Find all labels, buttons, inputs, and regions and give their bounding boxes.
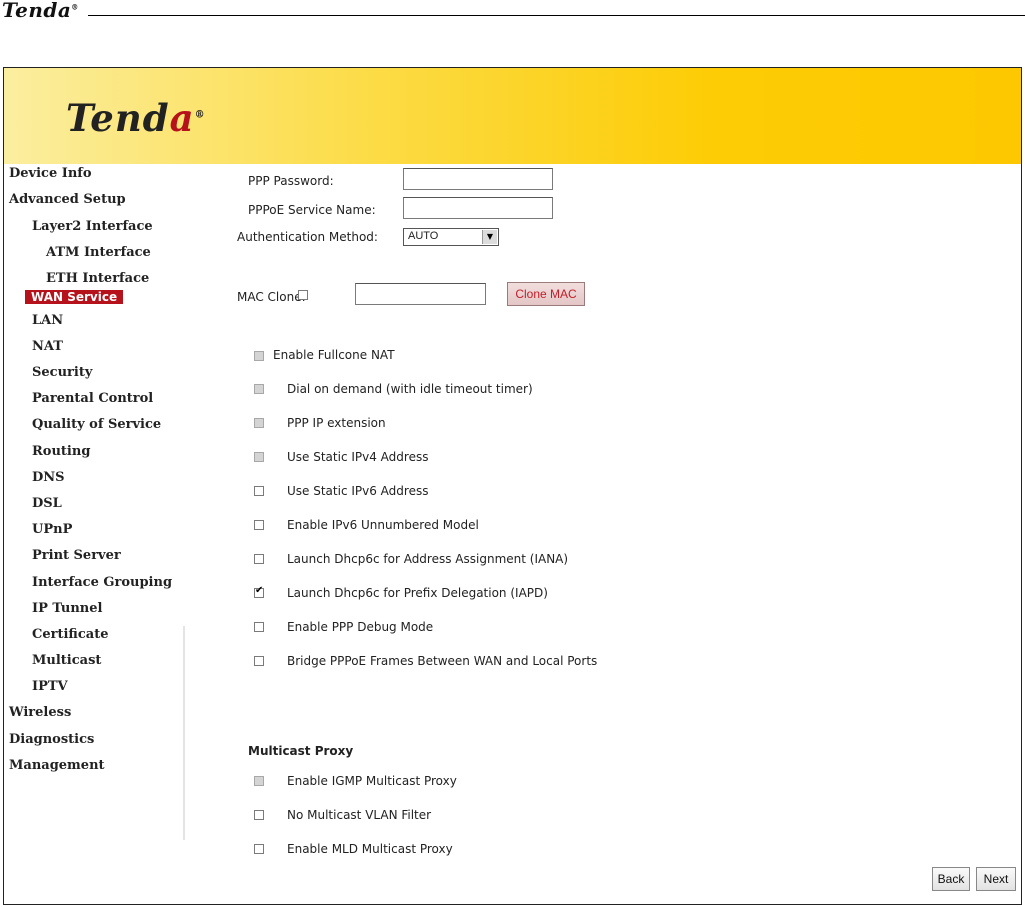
ppp-debug-checkbox[interactable]: [254, 622, 264, 632]
igmp-proxy-label: Enable IGMP Multicast Proxy: [287, 774, 457, 788]
auth-method-value: AUTO: [408, 230, 439, 242]
document-header: Tenda®: [0, 0, 1025, 22]
no-vlan-filter-label: No Multicast VLAN Filter: [287, 808, 432, 822]
ppp-debug-label: Enable PPP Debug Mode: [287, 620, 434, 634]
sidebar-item-iptv[interactable]: IPTV: [32, 677, 68, 697]
sidebar-item-lan[interactable]: LAN: [32, 311, 63, 331]
static-ipv4-label: Use Static IPv4 Address: [287, 450, 429, 464]
mac-address-input[interactable]: [355, 283, 486, 305]
back-button[interactable]: Back: [932, 867, 970, 891]
sidebar-item-multicast[interactable]: Multicast: [32, 651, 101, 671]
dhcp6c-iana-checkbox[interactable]: [254, 554, 264, 564]
sidebar-item-security[interactable]: Security: [32, 363, 92, 383]
static-ipv6-label: Use Static IPv6 Address: [287, 484, 429, 498]
clone-mac-button[interactable]: Clone MAC: [507, 282, 585, 306]
chevron-down-icon[interactable]: ▼: [482, 230, 497, 244]
auth-method-select[interactable]: AUTO ▼: [403, 228, 499, 246]
dhcp6c-iapd-label: Launch Dhcp6c for Prefix Delegation (IAP…: [287, 586, 548, 600]
sidebar-item-advanced-setup[interactable]: Advanced Setup: [9, 190, 126, 210]
brand-logo: Tenda®: [66, 96, 206, 140]
mld-proxy-label: Enable MLD Multicast Proxy: [287, 842, 453, 856]
sidebar-item-wireless[interactable]: Wireless: [9, 703, 71, 723]
bridge-pppoe-label: Bridge PPPoE Frames Between WAN and Loca…: [287, 654, 598, 668]
sidebar-item-parental-control[interactable]: Parental Control: [32, 389, 153, 409]
multicast-proxy-heading: Multicast Proxy: [248, 744, 354, 758]
bridge-pppoe-checkbox[interactable]: [254, 656, 264, 666]
sidebar-item-nat[interactable]: NAT: [32, 337, 63, 357]
wan-service-form: PPP Password: PPPoE Service Name: Authen…: [203, 164, 1021, 904]
sidebar-item-diagnostics[interactable]: Diagnostics: [9, 730, 94, 750]
auth-method-label: Authentication Method:: [237, 230, 378, 244]
sidebar-item-ip-tunnel[interactable]: IP Tunnel: [32, 599, 102, 619]
fullcone-nat-label: Enable Fullcone NAT: [273, 348, 395, 362]
pppoe-service-name-input[interactable]: [403, 197, 553, 219]
sidebar-divider: [183, 626, 185, 840]
dial-on-demand-label: Dial on demand (with idle timeout timer): [287, 382, 533, 396]
sidebar-item-upnp[interactable]: UPnP: [32, 520, 72, 540]
ppp-ip-extension-label: PPP IP extension: [287, 416, 386, 430]
fullcone-nat-checkbox[interactable]: [254, 351, 264, 361]
next-button[interactable]: Next: [976, 867, 1016, 891]
document-logo: Tenda®: [2, 0, 79, 22]
static-ipv6-checkbox[interactable]: [254, 486, 264, 496]
sidebar-item-dsl[interactable]: DSL: [32, 494, 62, 514]
router-ui-window: Tenda® Device Info Advanced Setup Layer2…: [3, 67, 1022, 905]
sidebar-item-interface-grouping[interactable]: Interface Grouping: [32, 573, 172, 593]
igmp-proxy-checkbox[interactable]: [254, 776, 264, 786]
sidebar-item-eth-interface[interactable]: ETH Interface: [46, 269, 149, 289]
no-vlan-filter-checkbox[interactable]: [254, 810, 264, 820]
ppp-ip-extension-checkbox[interactable]: [254, 418, 264, 428]
sidebar-item-management[interactable]: Management: [9, 756, 105, 776]
sidebar-item-atm-interface[interactable]: ATM Interface: [46, 243, 151, 263]
dial-on-demand-checkbox[interactable]: [254, 384, 264, 394]
ipv6-unnumbered-label: Enable IPv6 Unnumbered Model: [287, 518, 479, 532]
sidebar-item-layer2-interface[interactable]: Layer2 Interface: [32, 217, 153, 237]
sidebar-item-certificate[interactable]: Certificate: [32, 625, 108, 645]
mac-clone-label: MAC Clone:: [237, 290, 306, 304]
sidebar-item-routing[interactable]: Routing: [32, 442, 90, 462]
sidebar-item-device-info[interactable]: Device Info: [9, 164, 92, 184]
dhcp6c-iapd-checkbox[interactable]: [254, 585, 264, 598]
ipv6-unnumbered-checkbox[interactable]: [254, 520, 264, 530]
header-rule: [88, 15, 1025, 16]
mac-clone-checkbox[interactable]: [298, 290, 308, 300]
sidebar-item-print-server[interactable]: Print Server: [32, 546, 121, 566]
pppoe-service-name-label: PPPoE Service Name:: [248, 203, 376, 217]
static-ipv4-checkbox[interactable]: [254, 452, 264, 462]
ppp-password-label: PPP Password:: [248, 174, 334, 188]
top-banner: Tenda®: [4, 68, 1021, 164]
sidebar-nav: Device Info Advanced Setup Layer2 Interf…: [4, 164, 203, 904]
sidebar-item-wan-service[interactable]: WAN Service: [25, 290, 124, 304]
sidebar-item-dns[interactable]: DNS: [32, 468, 65, 488]
dhcp6c-iana-label: Launch Dhcp6c for Address Assignment (IA…: [287, 552, 569, 566]
sidebar-item-quality-of-service[interactable]: Quality of Service: [32, 415, 161, 435]
mld-proxy-checkbox[interactable]: [254, 844, 264, 854]
ppp-password-input[interactable]: [403, 168, 553, 190]
